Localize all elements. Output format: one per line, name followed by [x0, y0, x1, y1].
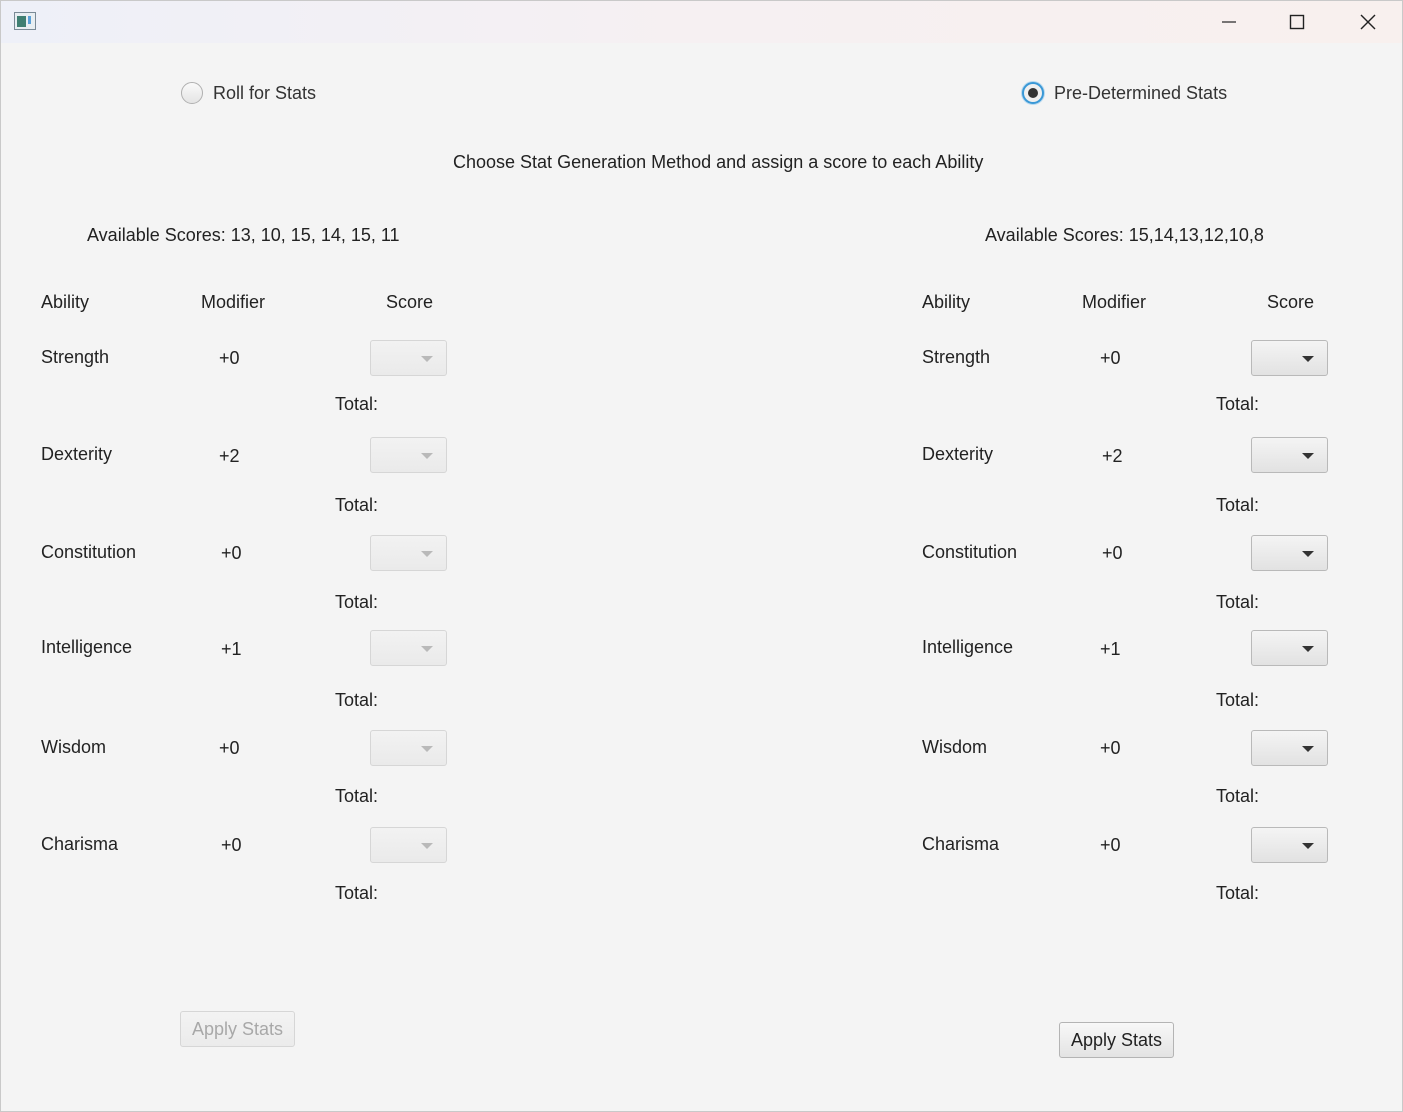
strength-modifier-value: +0 — [219, 348, 240, 368]
wisdom-total-label: Total: — [335, 786, 379, 806]
charisma-ability-label: Charisma — [922, 834, 1000, 854]
app-icon — [14, 12, 36, 30]
intelligence-modifier-value: +1 — [1100, 639, 1121, 659]
charisma-score-select[interactable] — [1251, 827, 1328, 863]
constitution-total-label: Total: — [1216, 592, 1260, 612]
left-available-scores: Available Scores: 13, 10, 15, 14, 15, 11 — [87, 225, 400, 245]
strength-ability-label: Strength — [41, 347, 110, 367]
roll-for-stats-label: Roll for Stats — [213, 82, 317, 103]
wisdom-total-label: Total: — [1216, 786, 1260, 806]
close-icon — [1360, 14, 1376, 30]
predetermined-stats-radio[interactable]: Pre-Determined Stats — [1022, 82, 1227, 104]
right-available-scores: Available Scores: 15,14,13,12,10,8 — [985, 225, 1264, 245]
constitution-ability-label: Constitution — [922, 542, 1018, 562]
instructions-text: Choose Stat Generation Method and assign… — [453, 152, 984, 172]
right-apply-stats-button[interactable]: Apply Stats — [1059, 1022, 1175, 1058]
dexterity-total-label: Total: — [335, 495, 379, 515]
modifier-header: Modifier — [201, 292, 266, 312]
charisma-modifier-value: +0 — [221, 835, 242, 855]
minimize-icon — [1222, 21, 1236, 23]
wisdom-modifier-value: +0 — [219, 738, 240, 758]
intelligence-ability-label: Intelligence — [41, 637, 133, 657]
dexterity-modifier-value: +2 — [219, 446, 240, 466]
dexterity-score-select[interactable] — [1251, 437, 1328, 473]
maximize-button[interactable] — [1263, 1, 1331, 43]
minimize-button[interactable] — [1195, 1, 1263, 43]
strength-total-label: Total: — [335, 394, 379, 414]
dexterity-total-label: Total: — [1216, 495, 1260, 515]
charisma-score-select[interactable] — [370, 827, 447, 863]
constitution-score-select[interactable] — [370, 535, 447, 571]
stats-window: Roll for Stats Pre-Determined Stats Choo… — [0, 0, 1403, 1112]
wisdom-ability-label: Wisdom — [922, 737, 988, 757]
radio-indicator-selected — [1022, 82, 1044, 104]
charisma-total-label: Total: — [1216, 883, 1260, 903]
maximize-icon — [1289, 14, 1305, 30]
intelligence-total-label: Total: — [335, 690, 379, 710]
wisdom-modifier-value: +0 — [1100, 738, 1121, 758]
strength-total-label: Total: — [1216, 394, 1260, 414]
constitution-total-label: Total: — [335, 592, 379, 612]
strength-ability-label: Strength — [922, 347, 991, 367]
constitution-modifier-value: +0 — [1102, 543, 1123, 563]
score-header: Score — [1267, 292, 1315, 312]
left-apply-stats-button[interactable]: Apply Stats — [180, 1011, 296, 1047]
strength-modifier-value: +0 — [1100, 348, 1121, 368]
strength-score-select[interactable] — [1251, 340, 1328, 376]
close-button[interactable] — [1334, 1, 1402, 43]
constitution-score-select[interactable] — [1251, 535, 1328, 571]
predetermined-stats-label: Pre-Determined Stats — [1054, 82, 1228, 103]
roll-for-stats-radio[interactable]: Roll for Stats — [181, 82, 316, 104]
constitution-modifier-value: +0 — [221, 543, 242, 563]
charisma-ability-label: Charisma — [41, 834, 119, 854]
dexterity-modifier-value: +2 — [1102, 446, 1123, 466]
intelligence-modifier-value: +1 — [221, 639, 242, 659]
strength-score-select[interactable] — [370, 340, 447, 376]
dexterity-ability-label: Dexterity — [922, 444, 994, 464]
charisma-modifier-value: +0 — [1100, 835, 1121, 855]
wisdom-ability-label: Wisdom — [41, 737, 107, 757]
intelligence-score-select[interactable] — [1251, 630, 1328, 666]
radio-indicator — [181, 82, 203, 104]
intelligence-ability-label: Intelligence — [922, 637, 1014, 657]
intelligence-score-select[interactable] — [370, 630, 447, 666]
charisma-total-label: Total: — [335, 883, 379, 903]
dexterity-ability-label: Dexterity — [41, 444, 113, 464]
ability-header: Ability — [922, 292, 971, 312]
constitution-ability-label: Constitution — [41, 542, 137, 562]
score-header: Score — [386, 292, 434, 312]
wisdom-score-select[interactable] — [370, 730, 447, 766]
wisdom-score-select[interactable] — [1251, 730, 1328, 766]
intelligence-total-label: Total: — [1216, 690, 1260, 710]
ability-header: Ability — [41, 292, 90, 312]
title-bar — [1, 1, 1402, 43]
modifier-header: Modifier — [1082, 292, 1147, 312]
dexterity-score-select[interactable] — [370, 437, 447, 473]
